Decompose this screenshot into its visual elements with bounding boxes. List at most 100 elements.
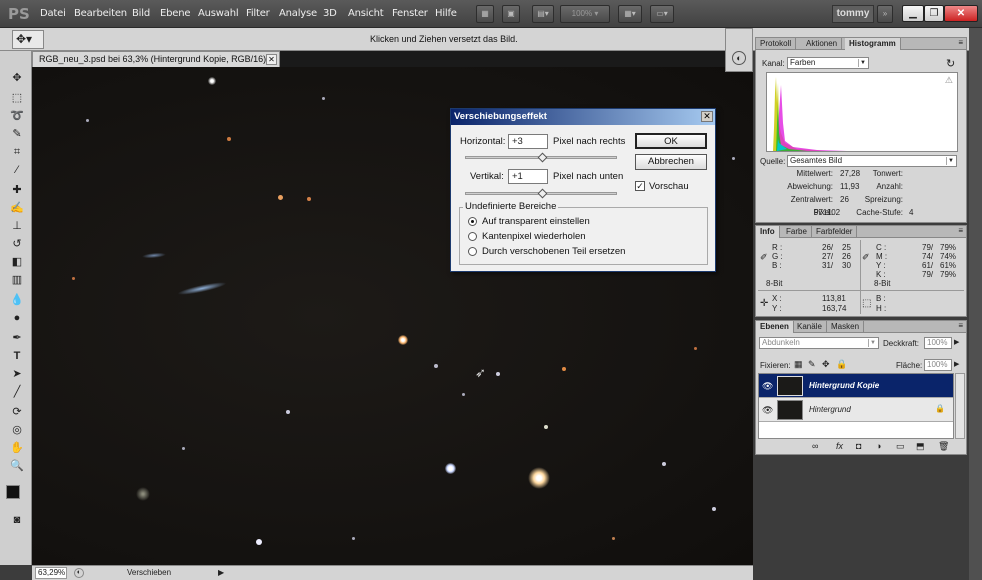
new-layer-icon[interactable]: ⬒ (916, 441, 925, 452)
layer-row-hintergrund-kopie[interactable]: 👁 Hintergrund Kopie (759, 374, 953, 398)
delete-layer-icon[interactable]: 🗑 (938, 441, 949, 452)
vertical-slider-thumb[interactable] (537, 188, 548, 199)
marquee-tool-icon[interactable]: ⬚ (9, 91, 25, 106)
zoom-select[interactable]: 100% ▾ (560, 5, 610, 23)
option-repeat-edge-radio[interactable] (468, 232, 477, 241)
view-extras-icon[interactable]: ▤▾ (532, 5, 554, 23)
close-icon[interactable]: ✕ (944, 5, 978, 22)
vertical-input[interactable]: +1 (508, 169, 548, 184)
move-tool-preset-icon[interactable]: ✥▾ (12, 30, 44, 49)
quick-mask-icon[interactable]: ◙ (9, 513, 25, 528)
fill-field[interactable]: 100% (924, 359, 952, 371)
bridge-icon[interactable]: ▦ (476, 5, 494, 23)
fill-arrow-icon[interactable]: ▶ (954, 360, 959, 368)
quick-selection-tool-icon[interactable]: ✎ (9, 127, 25, 142)
lock-all-icon[interactable]: 🔒 (836, 359, 847, 370)
layer-row-hintergrund[interactable]: 👁 Hintergrund 🔒 (759, 398, 953, 422)
adjustment-layer-icon[interactable]: ◑ (876, 441, 881, 451)
menu-bearbeiten[interactable]: Bearbeiten (74, 8, 127, 19)
foreground-color-swatch[interactable] (6, 485, 20, 499)
menu-filter[interactable]: Filter (246, 8, 270, 19)
menu-hilfe[interactable]: Hilfe (435, 8, 457, 19)
horizontal-slider-thumb[interactable] (537, 152, 548, 163)
source-select[interactable]: Gesamtes Bild ▼ (787, 155, 957, 167)
eye-icon[interactable]: 👁 (762, 381, 773, 392)
channel-select[interactable]: Farben ▼ (787, 57, 869, 69)
document-close-icon[interactable]: ✕ (266, 54, 277, 65)
restore-icon[interactable]: ❐ (924, 5, 944, 22)
layer-style-icon[interactable]: fx (836, 441, 843, 451)
3d-rotate-tool-icon[interactable]: ⟳ (9, 405, 25, 420)
status-options-icon[interactable]: ◐ (74, 568, 84, 578)
blend-mode-select[interactable]: Abdunkeln ▼ (759, 337, 879, 349)
preview-checkbox[interactable]: ✓ (635, 181, 645, 191)
path-selection-tool-icon[interactable]: ➤ (9, 367, 25, 382)
mini-bridge-icon[interactable]: ▣ (502, 5, 520, 23)
menu-ansicht[interactable]: Ansicht (348, 8, 384, 19)
tab-farbe[interactable]: Farbe (782, 226, 812, 238)
panel-menu-icon[interactable]: ≡ (958, 321, 963, 330)
blur-tool-icon[interactable]: 💧 (9, 293, 25, 308)
zoom-tool-icon[interactable]: 🔍 (9, 459, 25, 474)
eye-icon[interactable]: 👁 (762, 405, 773, 416)
eraser-tool-icon[interactable]: ◧ (9, 255, 25, 270)
workspace-expand-icon[interactable]: » (877, 5, 893, 23)
pen-tool-icon[interactable]: ✒ (9, 331, 25, 346)
menu-analyse[interactable]: Analyse (279, 8, 317, 19)
tab-ebenen[interactable]: Ebenen (756, 321, 794, 333)
lock-pixels-icon[interactable]: ✎ (808, 359, 816, 370)
menu-3d[interactable]: 3D (323, 8, 337, 19)
tab-farbfelder[interactable]: Farbfelder (812, 226, 858, 238)
tab-info[interactable]: Info (756, 226, 780, 238)
menu-auswahl[interactable]: Auswahl (198, 8, 239, 19)
tab-masken[interactable]: Masken (827, 321, 865, 333)
panel-menu-icon[interactable]: ≡ (958, 38, 963, 47)
minimize-icon[interactable]: ▁ (902, 5, 924, 22)
link-layers-icon[interactable]: ∞ (812, 441, 818, 451)
opacity-arrow-icon[interactable]: ▶ (954, 338, 959, 346)
status-menu-icon[interactable]: ▶ (218, 568, 227, 578)
layers-scrollbar[interactable] (955, 373, 965, 439)
line-tool-icon[interactable]: ╱ (9, 385, 25, 400)
arrange-documents-icon[interactable]: ▦▾ (618, 5, 642, 23)
user-button[interactable]: tommy (832, 5, 874, 23)
layer-mask-icon[interactable]: ◘ (856, 441, 861, 451)
tab-aktionen[interactable]: Aktionen (802, 38, 843, 50)
lock-position-icon[interactable]: ✥ (822, 359, 830, 370)
gradient-tool-icon[interactable]: ▥ (9, 273, 25, 288)
healing-brush-tool-icon[interactable]: ✚ (9, 183, 25, 198)
option-wrap-around-radio[interactable] (468, 247, 477, 256)
opacity-field[interactable]: 100% (924, 337, 952, 349)
dialog-close-icon[interactable]: ✕ (701, 111, 713, 122)
menu-fenster[interactable]: Fenster (392, 8, 428, 19)
document-tab[interactable]: RGB_neu_3.psd bei 63,3% (Hintergrund Kop… (32, 51, 280, 67)
navigator-icon[interactable]: ◐ (732, 51, 746, 65)
zoom-field[interactable]: 63,29% (35, 567, 67, 579)
horizontal-input[interactable]: +3 (508, 134, 548, 149)
menu-ebene[interactable]: Ebene (160, 8, 191, 19)
cancel-button[interactable]: Abbrechen (635, 154, 707, 170)
screen-mode-icon[interactable]: ▭▾ (650, 5, 674, 23)
ok-button[interactable]: OK (635, 133, 707, 149)
crop-tool-icon[interactable]: ⌗ (9, 145, 25, 160)
eyedropper-tool-icon[interactable]: ⁄ (9, 163, 25, 178)
hand-tool-icon[interactable]: ✋ (9, 441, 25, 456)
panel-menu-icon[interactable]: ≡ (958, 226, 963, 235)
new-group-icon[interactable]: ▭ (896, 441, 905, 452)
lasso-tool-icon[interactable]: ➰ (9, 109, 25, 124)
history-brush-tool-icon[interactable]: ↺ (9, 237, 25, 252)
menu-datei[interactable]: Datei (40, 8, 66, 19)
dodge-tool-icon[interactable]: ● (9, 311, 25, 326)
menu-bild[interactable]: Bild (132, 8, 150, 19)
3d-orbit-tool-icon[interactable]: ◎ (9, 423, 25, 438)
clone-stamp-tool-icon[interactable]: ⊥ (9, 219, 25, 234)
lock-transparency-icon[interactable]: ▦ (794, 359, 803, 370)
move-tool-icon[interactable]: ✥ (9, 71, 25, 86)
brush-tool-icon[interactable]: ✍ (9, 201, 25, 216)
tab-histogramm[interactable]: Histogramm (845, 38, 901, 50)
type-tool-icon[interactable]: T (9, 349, 25, 364)
refresh-icon[interactable]: ↻ (946, 57, 955, 70)
tab-protokoll[interactable]: Protokoll (756, 38, 797, 50)
option-transparent-radio[interactable] (468, 217, 477, 226)
tab-kanaele[interactable]: Kanäle (793, 321, 827, 333)
